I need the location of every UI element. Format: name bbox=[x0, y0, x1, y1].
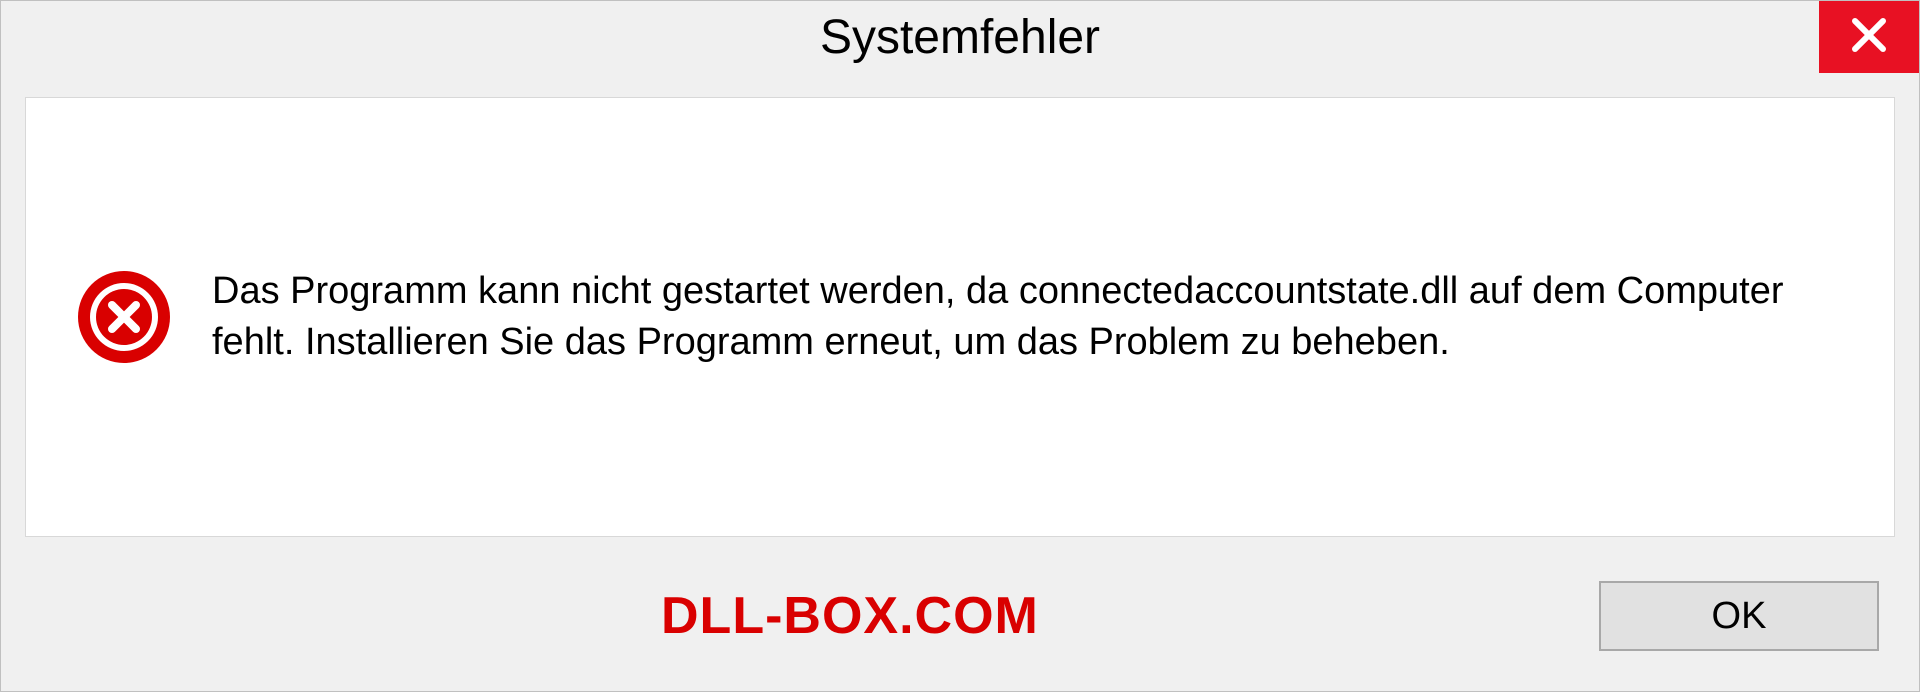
close-icon bbox=[1849, 15, 1889, 60]
error-message: Das Programm kann nicht gestartet werden… bbox=[212, 266, 1844, 369]
titlebar: Systemfehler bbox=[1, 1, 1919, 73]
watermark-text: DLL-BOX.COM bbox=[661, 586, 1039, 646]
error-dialog: Systemfehler Das Programm kann nicht ges… bbox=[0, 0, 1920, 692]
dialog-title: Systemfehler bbox=[820, 10, 1100, 65]
content-panel: Das Programm kann nicht gestartet werden… bbox=[25, 97, 1895, 537]
error-icon bbox=[76, 269, 172, 365]
ok-button[interactable]: OK bbox=[1599, 581, 1879, 651]
close-button[interactable] bbox=[1819, 1, 1919, 73]
dialog-footer: DLL-BOX.COM OK bbox=[1, 561, 1919, 691]
